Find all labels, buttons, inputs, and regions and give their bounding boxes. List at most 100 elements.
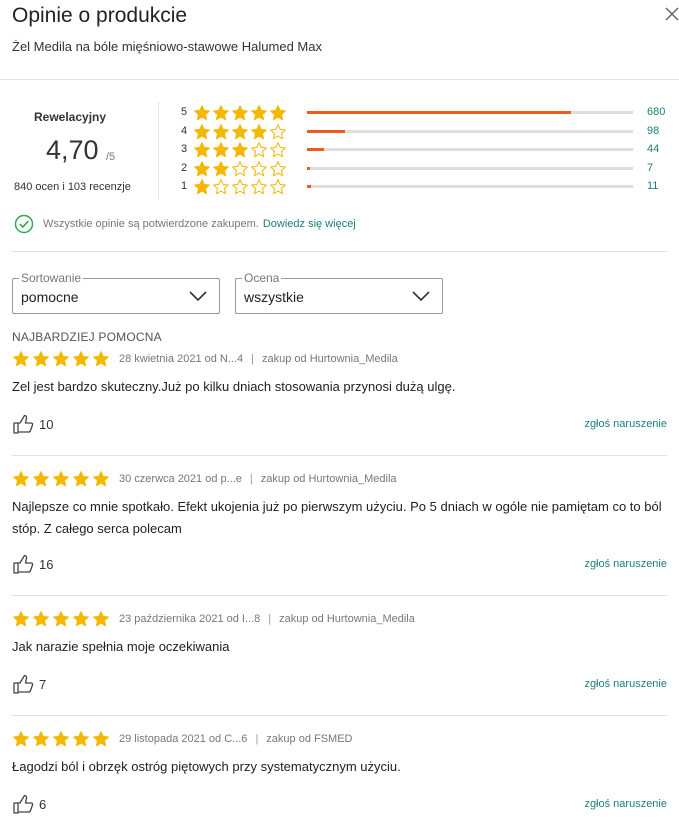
distribution-count[interactable]: 7 [647, 162, 653, 174]
star-filled-icon [251, 124, 267, 140]
review-stars [12, 610, 110, 628]
report-link[interactable]: zgłoś naruszenie [584, 418, 667, 430]
star-filled-icon [194, 161, 210, 177]
rating-filter-value: wszystkie [244, 289, 304, 305]
star-filled-icon [93, 731, 109, 747]
meta-separator: | [251, 353, 254, 365]
star-filled-icon [53, 351, 69, 367]
product-name: Żel Medila na bóle mięśniowo-stawowe Hal… [12, 39, 322, 54]
thumb-up-icon [13, 554, 34, 574]
like-button[interactable]: 7 [12, 674, 46, 694]
star-filled-icon [93, 611, 109, 627]
distribution-bar [307, 148, 633, 151]
star-filled-icon [73, 471, 89, 487]
rating-filter-label: Ocena [242, 271, 282, 285]
star-filled-icon [213, 142, 229, 158]
review-source: zakup od Hurtownia_Medila [262, 353, 398, 365]
star-filled-icon [213, 161, 229, 177]
distribution-count[interactable]: 98 [647, 125, 659, 137]
review-source: zakup od Hurtownia_Medila [279, 613, 415, 625]
check-circle-icon [14, 214, 34, 234]
report-link[interactable]: zgłoś naruszenie [584, 558, 667, 570]
review-stars [12, 730, 110, 748]
distribution-bar-fill [307, 167, 310, 170]
star-filled-icon [232, 142, 248, 158]
star-empty-icon [232, 161, 248, 177]
review-meta: 28 kwietnia 2021 od N...4 | zakup od Hur… [12, 350, 398, 368]
star-filled-icon [33, 471, 49, 487]
star-empty-icon [251, 161, 267, 177]
distribution-row-4[interactable]: 4 98 [181, 123, 671, 141]
summary-divider [158, 102, 159, 200]
review-divider [12, 455, 667, 456]
star-filled-icon [232, 124, 248, 140]
distribution-row-5[interactable]: 5 680 [181, 104, 671, 122]
star-empty-icon [213, 179, 229, 195]
report-link[interactable]: zgłoś naruszenie [584, 678, 667, 690]
distribution-bar [307, 111, 633, 114]
star-filled-icon [194, 105, 210, 121]
distribution-row-2[interactable]: 2 7 [181, 160, 671, 178]
star-filled-icon [33, 351, 49, 367]
like-button[interactable]: 16 [12, 554, 53, 574]
review-meta: 23 października 2021 od I...8 | zakup od… [12, 610, 415, 628]
distribution-count[interactable]: 680 [647, 106, 665, 118]
rating-label: Rewelacyjny [34, 110, 107, 124]
review-stars [12, 470, 110, 488]
verified-text: Wszystkie opinie są potwierdzone zakupem… [43, 218, 259, 230]
review-text: Zel jest bardzo skuteczny.Już po kilku d… [12, 379, 456, 394]
star-filled-icon [213, 124, 229, 140]
close-icon[interactable] [664, 6, 679, 22]
learn-more-link[interactable]: Dowiedz się więcej [263, 218, 356, 230]
distribution-count[interactable]: 11 [647, 180, 658, 192]
review-source: zakup od FSMED [266, 733, 353, 745]
star-filled-icon [93, 471, 109, 487]
rating-filter-select[interactable]: Ocena wszystkie [235, 271, 443, 314]
review-meta: 30 czerwca 2021 od p...e | zakup od Hurt… [12, 470, 397, 488]
star-filled-icon [33, 731, 49, 747]
like-count: 16 [39, 556, 54, 572]
rating-value: 4,70 [46, 135, 99, 165]
distribution-stars [193, 141, 287, 159]
like-button[interactable]: 6 [12, 794, 46, 814]
star-filled-icon [53, 611, 69, 627]
review-date: 28 kwietnia 2021 od N...4 [119, 353, 244, 365]
like-button[interactable]: 10 [12, 414, 53, 434]
distribution-stars [193, 104, 287, 122]
star-filled-icon [13, 731, 29, 747]
star-filled-icon [251, 105, 267, 121]
star-filled-icon [93, 351, 109, 367]
review-text: Najlepsze co mnie spotkało. Efekt ukojen… [12, 499, 662, 536]
star-empty-icon [270, 124, 286, 140]
star-filled-icon [33, 611, 49, 627]
distribution-stars-label: 5 [181, 106, 188, 118]
star-filled-icon [13, 351, 29, 367]
like-count: 10 [39, 416, 54, 432]
page-title: Opinie o produkcie [12, 4, 188, 27]
like-count: 6 [39, 796, 47, 812]
star-empty-icon [251, 179, 267, 195]
sort-select[interactable]: Sortowanie pomocne [12, 271, 220, 314]
rating-summary: Rewelacyjny 4,70 /5 840 ocen i 103 recen… [0, 80, 679, 200]
star-empty-icon [270, 179, 286, 195]
thumb-up-icon [13, 414, 34, 434]
distribution-bar-fill [307, 185, 311, 188]
distribution-bar [307, 167, 633, 170]
distribution-stars [193, 178, 287, 196]
star-filled-icon [232, 105, 248, 121]
star-empty-icon [270, 161, 286, 177]
distribution-row-3[interactable]: 3 44 [181, 141, 671, 159]
distribution-stars-label: 1 [181, 180, 188, 192]
meta-separator: | [255, 733, 259, 745]
report-link[interactable]: zgłoś naruszenie [584, 798, 667, 810]
distribution-bar-fill [307, 148, 324, 151]
review-stars [12, 350, 110, 368]
distribution-bar [307, 185, 633, 188]
star-filled-icon [213, 105, 229, 121]
like-count: 7 [39, 676, 47, 692]
star-filled-icon [194, 124, 210, 140]
rating-max: /5 [106, 151, 116, 163]
distribution-count[interactable]: 44 [647, 143, 659, 155]
star-filled-icon [270, 105, 286, 121]
distribution-row-1[interactable]: 1 11 [181, 178, 671, 196]
